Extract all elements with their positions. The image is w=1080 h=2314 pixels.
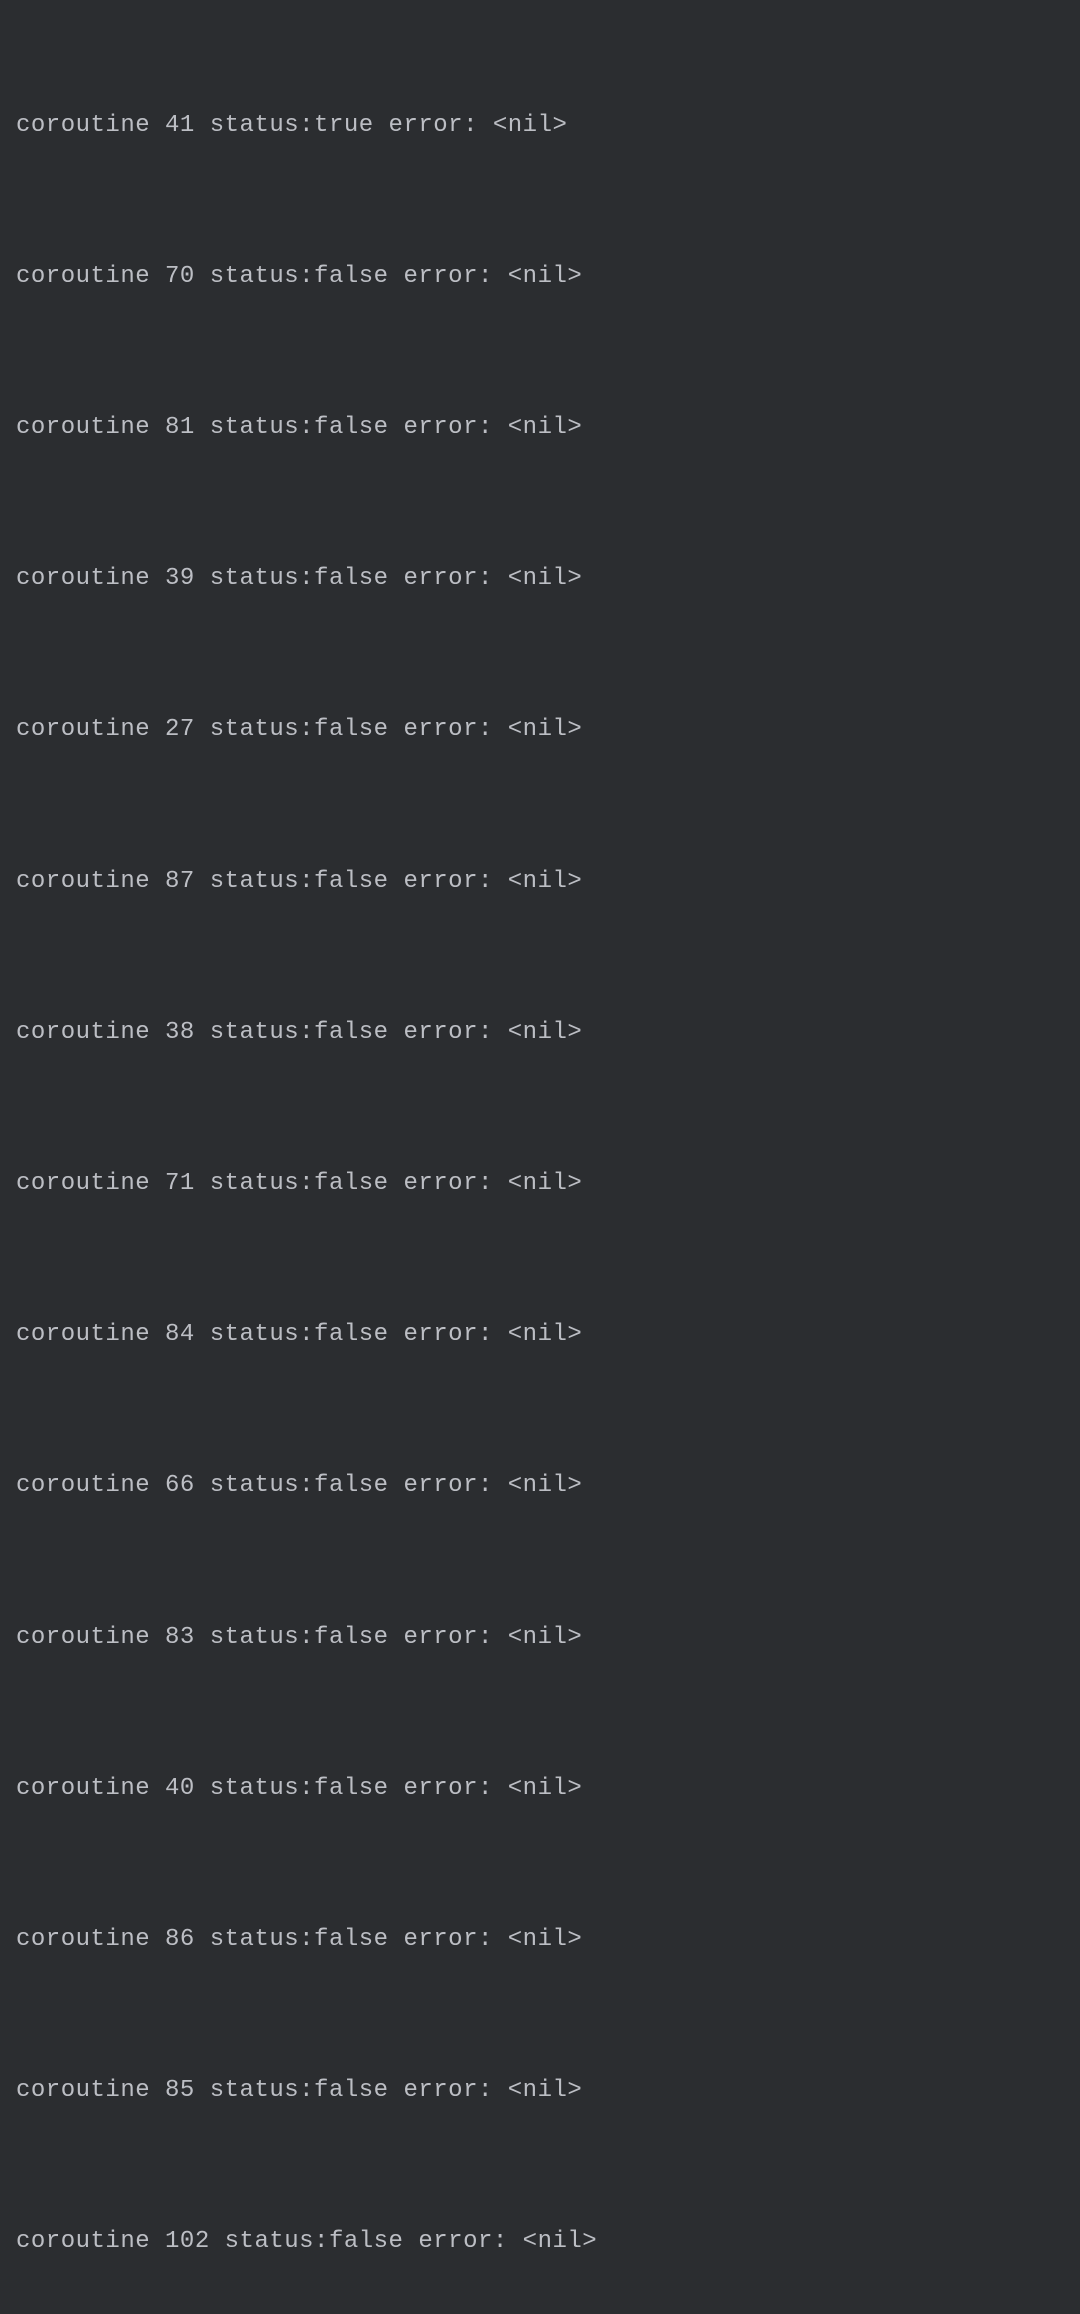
- console-output: coroutine 41 status:true error: <nil> co…: [16, 0, 1064, 2314]
- console-line: coroutine 27 status:false error: <nil>: [16, 705, 1064, 755]
- console-line: coroutine 41 status:true error: <nil>: [16, 101, 1064, 151]
- console-line: coroutine 87 status:false error: <nil>: [16, 857, 1064, 907]
- console-line: coroutine 71 status:false error: <nil>: [16, 1159, 1064, 1209]
- console-line: coroutine 102 status:false error: <nil>: [16, 2217, 1064, 2267]
- console-line: coroutine 84 status:false error: <nil>: [16, 1310, 1064, 1360]
- console-line: coroutine 66 status:false error: <nil>: [16, 1461, 1064, 1511]
- console-line: coroutine 81 status:false error: <nil>: [16, 403, 1064, 453]
- console-line: coroutine 70 status:false error: <nil>: [16, 252, 1064, 302]
- console-line: coroutine 86 status:false error: <nil>: [16, 1915, 1064, 1965]
- console-line: coroutine 39 status:false error: <nil>: [16, 554, 1064, 604]
- console-line: coroutine 83 status:false error: <nil>: [16, 1613, 1064, 1663]
- console-line: coroutine 85 status:false error: <nil>: [16, 2066, 1064, 2116]
- console-line: coroutine 40 status:false error: <nil>: [16, 1764, 1064, 1814]
- console-line: coroutine 38 status:false error: <nil>: [16, 1008, 1064, 1058]
